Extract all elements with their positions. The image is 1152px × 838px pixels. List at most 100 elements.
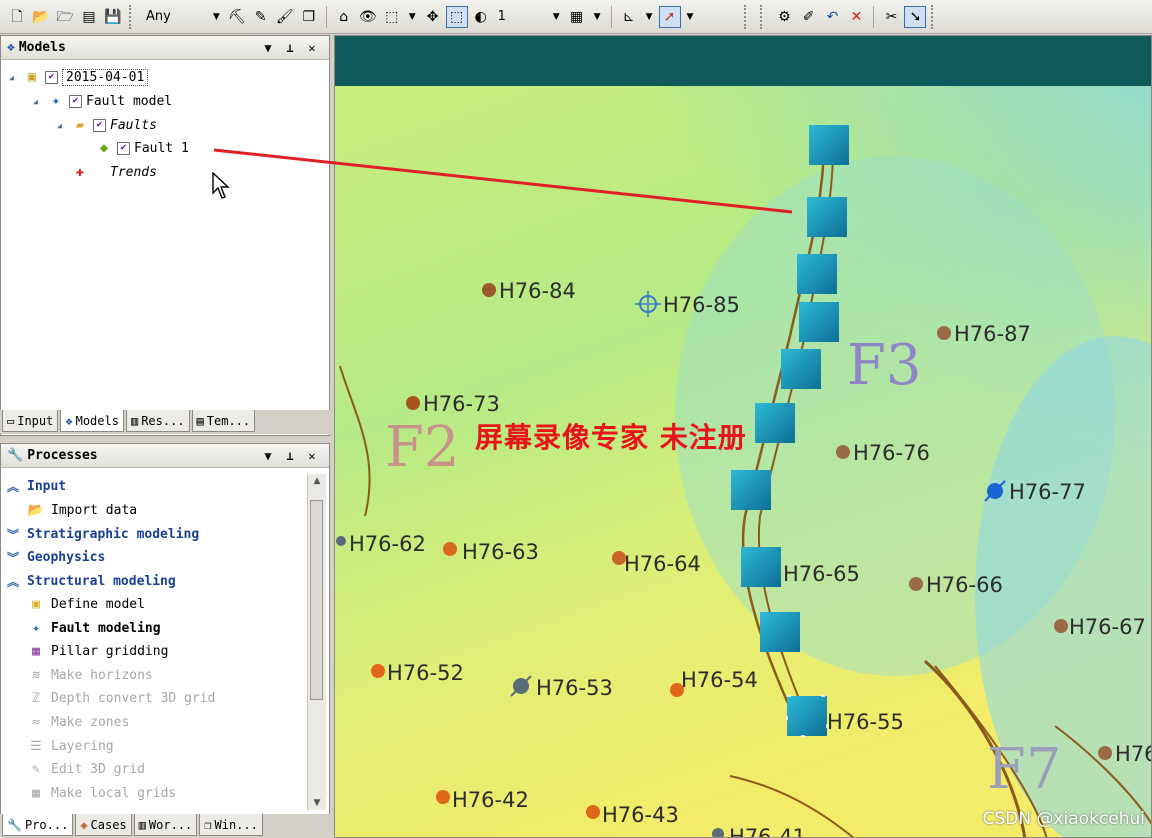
process-item-make-zones[interactable]: ≈ Make zones xyxy=(27,711,129,733)
edit-icon[interactable]: ✎ xyxy=(250,6,272,28)
open-project-icon[interactable]: 🗁 xyxy=(54,6,76,28)
tab-windows[interactable]: ❐ Win... xyxy=(199,814,263,836)
tree-item-date[interactable]: ◢ ▣ ✔ 2015-04-01 xyxy=(9,66,149,88)
digitize-icon[interactable]: ➚ xyxy=(658,5,681,28)
tree-checkbox[interactable]: ✔ xyxy=(69,94,82,108)
color-dropdown[interactable]: ▼ xyxy=(590,6,605,28)
chevron-down-icon[interactable]: ▼ xyxy=(257,41,279,55)
well-label: H76-64 xyxy=(624,552,701,576)
process-item-depth-convert[interactable]: ℤ Depth convert 3D grid xyxy=(27,687,215,709)
scrollbar-thumb[interactable] xyxy=(310,500,323,700)
scissors-icon[interactable]: ✂ xyxy=(880,6,902,28)
well-h76-62: H76-62 xyxy=(336,532,426,556)
toolbar-grip[interactable] xyxy=(931,4,939,29)
view-dropdown[interactable]: ▼ xyxy=(405,6,420,28)
chart-edit-icon[interactable]: ✐ xyxy=(797,6,819,28)
pick-icon[interactable]: ⛏ xyxy=(226,6,248,28)
map-viewport[interactable]: F3 F2 F7 H76-84 H76-85 H76-87 H76-73 H76… xyxy=(334,35,1152,838)
open-folder-icon[interactable]: 📂 xyxy=(30,6,52,28)
process-item-make-local-grids[interactable]: ▦ Make local grids xyxy=(27,782,176,804)
filter-combo[interactable]: Any ▼ xyxy=(142,6,224,28)
process-item-fault-modeling[interactable]: ✦ Fault modeling xyxy=(27,617,161,639)
view-eye-icon[interactable]: 👁 xyxy=(357,6,379,28)
fault-pillar xyxy=(807,197,847,237)
chevron-down-icon: ▼ xyxy=(645,11,653,22)
tab-models[interactable]: ❖ Models xyxy=(60,410,124,432)
paint-icon[interactable]: 🖌 xyxy=(274,6,296,28)
expand-icon[interactable]: ◢ xyxy=(9,73,19,82)
new-file-icon[interactable]: 🗋 xyxy=(6,6,28,28)
axis-dropdown[interactable]: ▼ xyxy=(642,6,657,28)
box-select-icon[interactable]: ⬚ xyxy=(445,5,468,28)
process-group-structural[interactable]: ︽ Structural modeling xyxy=(5,570,176,592)
toolbar-grip[interactable] xyxy=(744,4,752,29)
settings-icon[interactable]: ⚙ xyxy=(773,6,795,28)
close-icon[interactable]: ✕ xyxy=(301,449,323,463)
count-combo[interactable]: 1 ▼ xyxy=(494,6,564,28)
horizons-icon: ≋ xyxy=(32,667,40,683)
tree-item-fault-1[interactable]: ◆ ✔ Fault 1 xyxy=(81,137,189,159)
digitize-dropdown[interactable]: ▼ xyxy=(683,6,698,28)
process-item-layering[interactable]: ☰ Layering xyxy=(27,735,113,757)
save-icon[interactable]: 💾 xyxy=(102,6,124,28)
scroll-up-icon[interactable]: ▲ xyxy=(308,476,326,486)
tree-checkbox[interactable]: ✔ xyxy=(93,118,106,132)
tab-results[interactable]: ▥ Res... xyxy=(125,410,190,432)
well-label: H76-73 xyxy=(423,392,500,416)
tree-checkbox[interactable]: ✔ xyxy=(117,141,130,155)
main-toolbar: 🗋 📂 🗁 ▤ 💾 Any ▼ ⛏ ✎ 🖌 ❐ ⌂ 👁 ⬚ ▼ ✥ ⬚ ◐ 1 … xyxy=(0,0,1152,34)
process-item-edit-3d-grid[interactable]: ✎ Edit 3D grid xyxy=(27,758,145,780)
fault-pillar-selected xyxy=(786,695,828,737)
pin-icon[interactable]: ⊥ xyxy=(279,449,301,463)
tab-processes[interactable]: 🔧 Pro... xyxy=(2,814,74,836)
scroll-down-icon[interactable]: ▼ xyxy=(308,798,326,808)
process-group-label: Geophysics xyxy=(27,549,106,565)
process-group-stratigraphic[interactable]: ︾ Stratigraphic modeling xyxy=(5,523,199,545)
fault-label-f7: F7 xyxy=(987,737,1061,802)
models-icon: ❖ xyxy=(7,40,15,55)
collapse-chevron-icon[interactable]: ︽ xyxy=(5,478,21,495)
cube-view-icon[interactable]: ⬚ xyxy=(381,6,403,28)
tree-item-fault-model[interactable]: ◢ ✦ ✔ Fault model xyxy=(33,90,172,112)
pin-icon[interactable]: ⊥ xyxy=(279,41,301,55)
tree-checkbox[interactable]: ✔ xyxy=(45,70,58,84)
target-icon[interactable]: ✥ xyxy=(422,6,444,28)
models-tab-icon: ❖ xyxy=(65,413,73,428)
tab-label: Cases xyxy=(90,817,127,832)
axis-icon[interactable]: ⊾ xyxy=(618,6,640,28)
undo-icon[interactable]: ↶ xyxy=(821,6,843,28)
processes-scrollbar[interactable]: ▲ ▼ xyxy=(307,474,326,810)
well-label: H76-43 xyxy=(602,803,679,827)
tab-input[interactable]: ▭ Input xyxy=(2,410,59,432)
process-item-label: Edit 3D grid xyxy=(51,761,145,777)
expand-chevron-icon[interactable]: ︾ xyxy=(5,526,21,543)
home-icon[interactable]: ⌂ xyxy=(333,6,355,28)
process-item-define-model[interactable]: ▣ Define model xyxy=(27,593,145,615)
tree-item-trends[interactable]: ✚ Trends xyxy=(57,161,157,183)
tab-cases[interactable]: ◈ Cases xyxy=(75,814,132,836)
tree-label-fault-model: Fault model xyxy=(86,93,173,109)
process-group-input[interactable]: ︽ Input xyxy=(5,475,66,497)
surface-icon[interactable]: ◐ xyxy=(470,6,492,28)
close-icon[interactable]: ✕ xyxy=(301,41,323,55)
expand-icon[interactable]: ◢ xyxy=(57,121,67,130)
process-group-geophysics[interactable]: ︾ Geophysics xyxy=(5,546,105,568)
process-item-import-data[interactable]: 📂 Import data xyxy=(27,499,137,521)
tab-templates[interactable]: ▤ Tem... xyxy=(191,410,256,432)
print-icon[interactable]: ▤ xyxy=(78,6,100,28)
collapse-chevron-icon[interactable]: ︽ xyxy=(5,573,21,590)
color-table-icon[interactable]: ▦ xyxy=(566,6,588,28)
process-item-make-horizons[interactable]: ≋ Make horizons xyxy=(27,664,153,686)
expand-icon[interactable]: ◢ xyxy=(33,97,43,106)
expand-chevron-icon[interactable]: ︾ xyxy=(5,549,21,566)
toolbar-grip[interactable] xyxy=(129,4,137,29)
window-icon[interactable]: ❐ xyxy=(298,6,320,28)
process-item-pillar-gridding[interactable]: ▦ Pillar gridding xyxy=(27,640,168,662)
chevron-down-icon[interactable]: ▼ xyxy=(257,449,279,463)
tree-item-faults[interactable]: ◢ ▰ ✔ Faults xyxy=(57,114,157,136)
cases-icon: ◈ xyxy=(80,817,88,832)
close-x-icon[interactable]: ✕ xyxy=(845,6,867,28)
toolbar-grip[interactable] xyxy=(760,4,768,29)
select-arrow-icon[interactable]: ➘ xyxy=(904,5,927,28)
tab-workflows[interactable]: ▥ Wor... xyxy=(133,814,198,836)
